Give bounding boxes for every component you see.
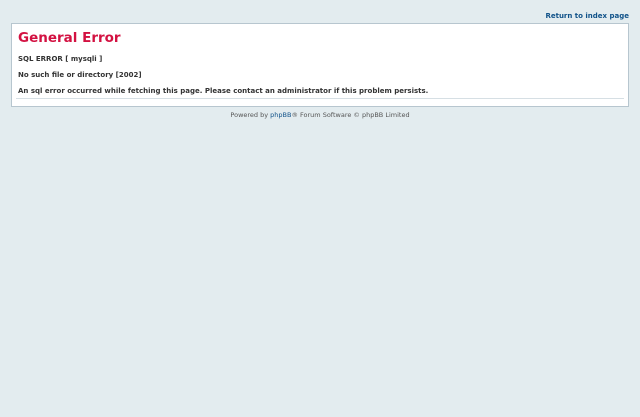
page: Return to index page General Error SQL E…: [0, 0, 640, 417]
footer-prefix: Powered by: [230, 111, 271, 119]
error-title: General Error: [18, 30, 121, 46]
panel-divider: [16, 98, 624, 99]
top-navigation: Return to index page: [545, 12, 629, 20]
return-to-index-link[interactable]: Return to index page: [545, 12, 629, 20]
error-detail: No such file or directory [2002]: [18, 71, 142, 79]
error-panel: General Error SQL ERROR [ mysqli ] No su…: [11, 23, 629, 107]
error-message: An sql error occurred while fetching thi…: [18, 87, 429, 95]
page-footer: Powered by phpBB® Forum Software © phpBB…: [0, 111, 640, 119]
footer-suffix: ® Forum Software © phpBB Limited: [291, 111, 410, 119]
phpbb-link[interactable]: phpBB: [270, 111, 291, 119]
sql-error-label: SQL ERROR [ mysqli ]: [18, 55, 103, 63]
